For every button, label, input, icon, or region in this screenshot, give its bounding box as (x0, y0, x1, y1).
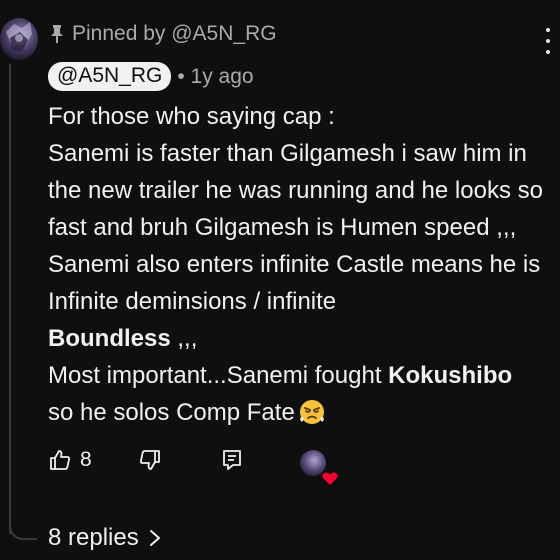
pin-icon (50, 24, 64, 44)
author-handle[interactable]: @A5N_RG (48, 62, 172, 91)
avatar-image (6, 22, 32, 52)
pinned-row: Pinned by @A5N_RG (50, 22, 277, 46)
reply-icon (223, 450, 241, 470)
comment-text: Most important...Sanemi fought (48, 362, 389, 389)
like-button[interactable]: 8 (48, 448, 92, 472)
bold-text: Kokushibo (388, 362, 513, 389)
comment-line: For those who saying cap : (48, 103, 335, 130)
author-row: @A5N_RG • 1y ago (48, 62, 254, 91)
comment-line: Boundless ,,, (48, 320, 553, 357)
bold-text: Boundless (48, 325, 171, 352)
thumbs-down-icon (140, 450, 160, 470)
view-replies-button[interactable]: 8 replies (48, 524, 161, 552)
comment-line: Sanemi is faster than Gilgamesh i saw hi… (48, 140, 543, 315)
heart-icon (322, 472, 338, 485)
creator-heart-icon (300, 450, 338, 485)
thread-curve (9, 510, 37, 540)
comment-text: ,,, (170, 325, 198, 352)
reply-button[interactable] (220, 448, 244, 472)
comment-line: Most important...Sanemi fought Kokushibo… (48, 357, 553, 431)
thumbs-up-icon (50, 450, 70, 470)
thread-line (9, 64, 11, 534)
like-count: 8 (80, 448, 92, 471)
chevron-right-icon (149, 530, 160, 546)
avatar[interactable] (0, 18, 38, 60)
comment-body: For those who saying cap : Sanemi is fas… (48, 98, 553, 431)
comment-text: so he solos Comp Fate (48, 399, 295, 426)
huffing-face-emoji (299, 399, 325, 425)
replies-label: 8 replies (48, 524, 139, 551)
more-options-icon[interactable] (542, 28, 554, 54)
dislike-button[interactable] (138, 448, 162, 472)
pinned-label: Pinned by @A5N_RG (72, 22, 277, 45)
timestamp[interactable]: • 1y ago (177, 65, 253, 89)
